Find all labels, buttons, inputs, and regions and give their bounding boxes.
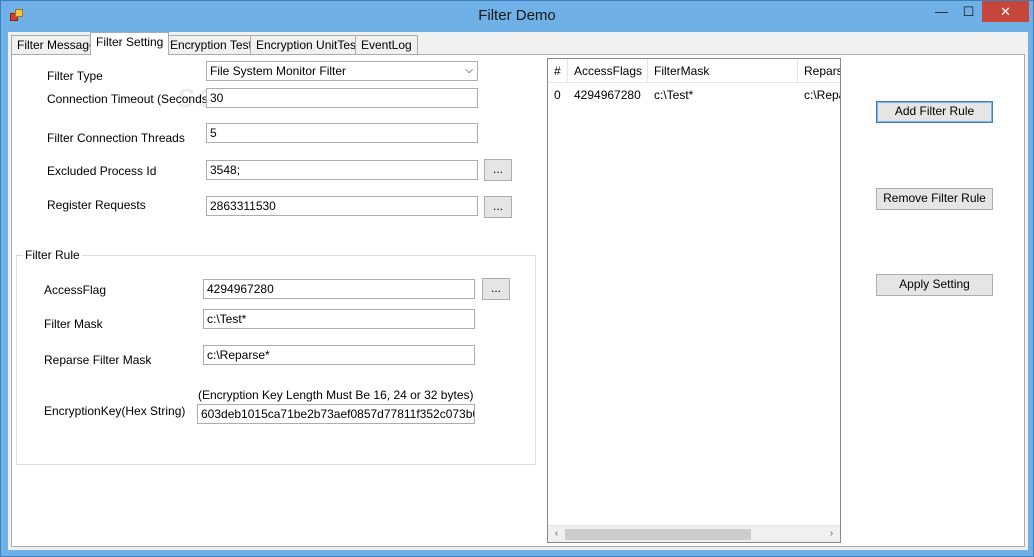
- filter-mask-input[interactable]: c:\Test*: [203, 309, 475, 329]
- excluded-pid-browse-button[interactable]: ...: [484, 159, 512, 181]
- encryption-key-input[interactable]: 603deb1015ca71be2b73aef0857d77811f352c07…: [197, 404, 475, 424]
- tab-eventlog[interactable]: EventLog: [355, 35, 418, 55]
- cell-reparse: c:\Repa: [804, 88, 840, 102]
- connection-timeout-label: Connection Timeout (Seconds): [47, 92, 212, 106]
- column-header-reparse[interactable]: Reparse: [798, 59, 840, 83]
- encryption-key-label: EncryptionKey(Hex String): [44, 404, 186, 418]
- reparse-mask-label: Reparse Filter Mask: [44, 353, 152, 367]
- filter-rules-list[interactable]: # AccessFlags FilterMask Reparse 0 42949…: [547, 58, 841, 543]
- apply-setting-button[interactable]: Apply Setting: [876, 274, 993, 296]
- cell-filtermask: c:\Test*: [654, 88, 694, 102]
- filter-type-label: Filter Type: [47, 69, 103, 83]
- cell-accessflags: 4294967280: [574, 88, 641, 102]
- access-flag-browse-button[interactable]: ...: [482, 278, 510, 300]
- filter-rule-group-title: Filter Rule: [23, 248, 82, 262]
- reparse-mask-input[interactable]: c:\Reparse*: [203, 345, 475, 365]
- cell-index: 0: [554, 88, 561, 102]
- encryption-key-hint: (Encryption Key Length Must Be 16, 24 or…: [198, 388, 474, 402]
- window-title: Filter Demo: [478, 7, 556, 24]
- register-requests-label: Register Requests: [47, 198, 146, 212]
- scroll-right-icon[interactable]: ›: [823, 526, 840, 542]
- filter-threads-label: Filter Connection Threads: [47, 131, 185, 145]
- maximize-button[interactable]: ☐: [955, 1, 982, 22]
- excluded-pid-label: Excluded Process Id: [47, 164, 157, 178]
- filter-type-value: File System Monitor Filter: [210, 64, 347, 78]
- scroll-left-icon[interactable]: ‹: [548, 526, 565, 542]
- add-filter-rule-button[interactable]: Add Filter Rule: [876, 101, 993, 123]
- tab-encryption-unittest[interactable]: Encryption UnitTest: [250, 35, 366, 55]
- minimize-button[interactable]: —: [928, 1, 955, 22]
- filter-mask-label: Filter Mask: [44, 317, 103, 331]
- horizontal-scrollbar[interactable]: ‹ ›: [548, 525, 840, 542]
- column-header-filtermask[interactable]: FilterMask: [648, 59, 798, 83]
- tab-filter-message[interactable]: Filter Message: [11, 35, 102, 55]
- filter-type-select[interactable]: File System Monitor Filter ⌵: [206, 61, 478, 81]
- tab-filter-setting[interactable]: Filter Setting: [90, 32, 170, 55]
- filter-setting-page: SOFTPEDIA Filter Type File System Monito…: [11, 54, 1025, 547]
- title-bar[interactable]: Filter Demo — ☐ ✕: [1, 1, 1033, 31]
- access-flag-label: AccessFlag: [44, 283, 107, 297]
- tab-encryption-test[interactable]: Encryption Test: [164, 35, 258, 55]
- access-flag-input[interactable]: 4294967280: [203, 279, 475, 299]
- client-area: Filter Message Filter Setting Encryption…: [8, 32, 1028, 550]
- filter-threads-input[interactable]: 5: [206, 123, 478, 143]
- filter-rule-group: Filter Rule AccessFlag 4294967280 ... Fi…: [16, 248, 536, 465]
- column-header-index[interactable]: #: [548, 59, 568, 83]
- scrollbar-thumb[interactable]: [565, 529, 751, 540]
- connection-timeout-input[interactable]: 30: [206, 88, 478, 108]
- close-button[interactable]: ✕: [982, 1, 1029, 22]
- register-requests-input[interactable]: 2863311530: [206, 196, 478, 216]
- column-header-accessflags[interactable]: AccessFlags: [568, 59, 648, 83]
- remove-filter-rule-button[interactable]: Remove Filter Rule: [876, 188, 993, 210]
- excluded-pid-input[interactable]: 3548;: [206, 160, 478, 180]
- list-header: # AccessFlags FilterMask Reparse: [548, 59, 840, 83]
- chevron-down-icon: ⌵: [465, 65, 473, 76]
- register-requests-browse-button[interactable]: ...: [484, 196, 512, 218]
- app-window: Filter Demo — ☐ ✕ Filter Message Filter …: [0, 0, 1034, 557]
